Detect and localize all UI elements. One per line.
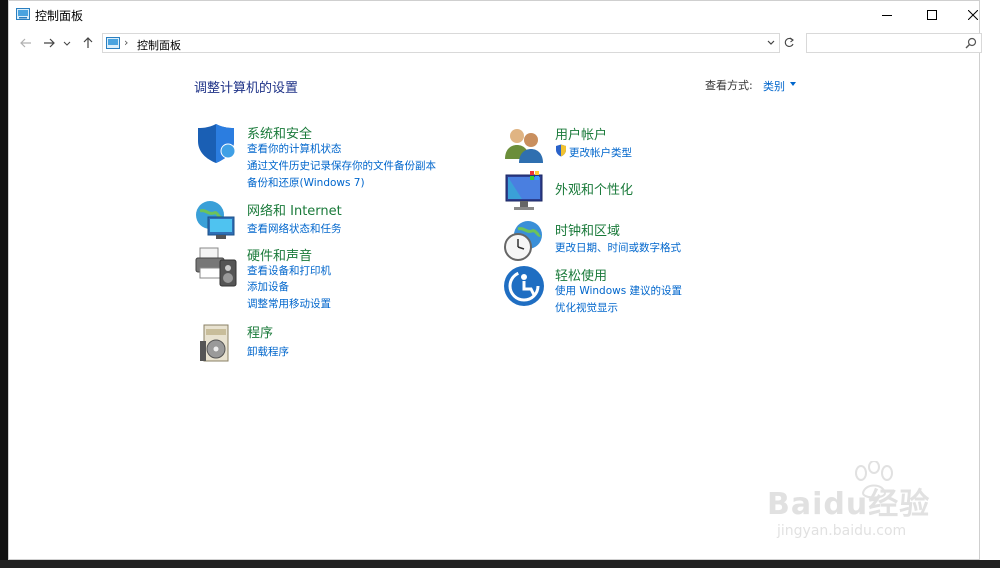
arrow-left-icon bbox=[20, 38, 31, 48]
uac-shield-icon bbox=[556, 144, 566, 157]
desktop-background bbox=[0, 0, 8, 568]
printer-speaker-icon[interactable] bbox=[194, 244, 238, 288]
arrow-right-icon bbox=[44, 38, 55, 48]
title-bar[interactable]: 控制面板 bbox=[9, 1, 979, 29]
ease-of-access-icon[interactable] bbox=[502, 264, 546, 308]
programs-disk-icon[interactable] bbox=[194, 321, 238, 365]
users-icon[interactable] bbox=[502, 123, 546, 167]
control-panel-window: 控制面板 › 控制面板 调整计算机的设置 查看方式: 类别 系统和安全 查看你的… bbox=[8, 0, 982, 560]
refresh-button[interactable] bbox=[781, 34, 797, 52]
category-title[interactable]: 外观和个性化 bbox=[555, 179, 633, 198]
background-window-edge bbox=[980, 0, 1000, 568]
view-by-label: 查看方式: bbox=[705, 79, 753, 92]
chevron-down-icon bbox=[63, 41, 71, 46]
category-link[interactable]: 备份和还原(Windows 7) bbox=[247, 175, 365, 190]
category-link[interactable]: 通过文件历史记录保存你的文件备份副本 bbox=[247, 158, 436, 173]
minimize-icon bbox=[882, 15, 892, 16]
category-link[interactable]: 查看你的计算机状态 bbox=[247, 141, 342, 156]
chevron-down-icon[interactable] bbox=[765, 37, 777, 49]
shield-icon[interactable] bbox=[194, 121, 238, 165]
category-title[interactable]: 时钟和区域 bbox=[555, 220, 620, 239]
monitor-palette-icon[interactable] bbox=[502, 169, 546, 213]
watermark-brand: Baidu经验 bbox=[767, 487, 931, 522]
arrow-up-icon bbox=[83, 37, 93, 48]
maximize-button[interactable] bbox=[910, 1, 954, 29]
search-input[interactable] bbox=[811, 36, 965, 52]
window-title: 控制面板 bbox=[35, 9, 84, 23]
category-title[interactable]: 硬件和声音 bbox=[247, 245, 312, 264]
recent-locations-button[interactable] bbox=[62, 34, 72, 52]
control-panel-icon bbox=[106, 37, 120, 49]
category-link[interactable]: 添加设备 bbox=[247, 279, 289, 294]
category-link[interactable]: 调整常用移动设置 bbox=[247, 296, 331, 311]
maximize-icon bbox=[927, 10, 937, 20]
category-title[interactable]: 用户帐户 bbox=[555, 124, 607, 143]
category-link[interactable]: 查看设备和打印机 bbox=[247, 263, 331, 278]
refresh-icon bbox=[784, 37, 794, 47]
address-bar[interactable]: › 控制面板 bbox=[102, 33, 780, 53]
category-link[interactable]: 查看网络状态和任务 bbox=[247, 221, 342, 236]
breadcrumb-separator: › bbox=[124, 36, 129, 49]
forward-button[interactable] bbox=[40, 34, 58, 52]
category-title[interactable]: 程序 bbox=[247, 322, 273, 341]
taskbar-edge bbox=[0, 560, 1000, 568]
network-globe-icon[interactable] bbox=[194, 199, 238, 243]
breadcrumb-item[interactable]: 控制面板 bbox=[137, 37, 181, 53]
up-button[interactable] bbox=[79, 34, 97, 52]
close-button[interactable] bbox=[951, 1, 995, 29]
category-link[interactable]: 使用 Windows 建议的设置 bbox=[555, 283, 682, 298]
category-link[interactable]: 卸载程序 bbox=[247, 344, 289, 359]
clock-globe-icon[interactable] bbox=[502, 219, 546, 263]
minimize-button[interactable] bbox=[865, 1, 909, 29]
chevron-down-icon[interactable] bbox=[790, 82, 796, 86]
category-link[interactable]: 优化视觉显示 bbox=[555, 300, 618, 315]
baidu-watermark: Baidu经验 jingyan.baidu.com bbox=[767, 461, 977, 549]
back-button[interactable] bbox=[17, 34, 35, 52]
watermark-url: jingyan.baidu.com bbox=[777, 523, 907, 539]
search-box[interactable] bbox=[806, 33, 982, 53]
control-panel-icon bbox=[16, 8, 30, 20]
page-title: 调整计算机的设置 bbox=[194, 81, 299, 96]
category-title[interactable]: 轻松使用 bbox=[555, 265, 607, 284]
search-icon[interactable] bbox=[965, 37, 977, 49]
category-link[interactable]: 更改日期、时间或数字格式 bbox=[555, 240, 681, 255]
view-by-dropdown[interactable]: 类别 bbox=[763, 78, 785, 94]
close-icon bbox=[968, 10, 978, 20]
category-title[interactable]: 系统和安全 bbox=[247, 123, 312, 142]
category-title[interactable]: 网络和 Internet bbox=[247, 200, 342, 219]
category-link[interactable]: 更改帐户类型 bbox=[569, 145, 632, 160]
